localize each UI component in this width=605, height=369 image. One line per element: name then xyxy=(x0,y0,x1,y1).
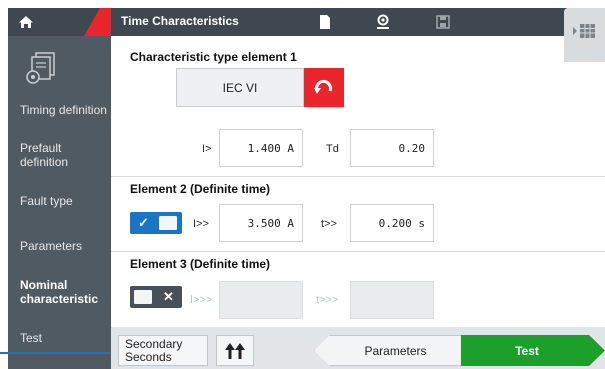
element2-current-label: I>> xyxy=(193,218,209,230)
next-button[interactable]: Test xyxy=(461,335,605,366)
divider xyxy=(111,176,605,177)
sidebar-accent-line xyxy=(0,352,111,354)
back-button[interactable]: Parameters xyxy=(314,335,463,366)
characteristic-type-select[interactable]: IEC VI xyxy=(176,68,304,107)
home-button[interactable] xyxy=(8,8,111,36)
element3-enable-toggle[interactable]: ✕ xyxy=(130,286,182,308)
element3-time-field xyxy=(350,281,434,319)
sidebar-item-parameters[interactable]: Parameters xyxy=(20,239,110,253)
page-title: Time Characteristics xyxy=(121,14,239,28)
element3-current-label: I>>> xyxy=(190,294,213,306)
element1-title: Characteristic type element 1 xyxy=(130,50,297,64)
element1-current-field[interactable]: 1.400 A xyxy=(219,129,303,167)
element2-enable-toggle[interactable]: ✓ xyxy=(130,212,182,234)
element2-time-field[interactable]: 0.200 s xyxy=(350,204,434,242)
double-up-arrow-icon xyxy=(225,342,245,359)
divider xyxy=(111,251,605,252)
reset-characteristic-button[interactable] xyxy=(304,68,344,107)
save-icon[interactable] xyxy=(435,14,451,30)
secondary-seconds-button[interactable]: Secondary Seconds xyxy=(118,335,208,366)
sidebar: Timing definition Prefault definition Fa… xyxy=(8,8,111,369)
element2-time-label: t>> xyxy=(321,218,337,230)
close-icon: ✕ xyxy=(163,289,174,304)
sidebar-item-nominal-characteristic[interactable]: Nominal characteristic xyxy=(20,278,112,306)
person-location-icon[interactable] xyxy=(375,14,391,30)
element1-td-label: Td xyxy=(326,143,339,155)
grid-panel-icon xyxy=(573,24,595,38)
document-settings-icon xyxy=(26,52,55,84)
element3-current-field xyxy=(219,281,303,319)
sidebar-item-prefault-definition[interactable]: Prefault definition xyxy=(20,141,82,169)
undo-arrow-icon xyxy=(314,79,332,94)
element1-td-field[interactable]: 0.20 xyxy=(350,129,434,167)
sidebar-item-fault-type[interactable]: Fault type xyxy=(20,194,110,208)
home-icon xyxy=(19,16,33,28)
element3-title: Element 3 (Definite time) xyxy=(130,257,271,271)
swap-units-button[interactable] xyxy=(216,335,254,366)
panel-toggle-tab[interactable] xyxy=(564,8,605,62)
element3-time-label: t>>> xyxy=(316,294,339,306)
sidebar-item-timing-definition[interactable]: Timing definition xyxy=(20,103,116,117)
document-icon[interactable] xyxy=(317,14,333,30)
toggle-knob xyxy=(134,290,152,304)
element1-current-label: I> xyxy=(202,143,212,155)
sidebar-item-test[interactable]: Test xyxy=(20,331,110,345)
header-bar: Time Characteristics xyxy=(111,8,605,36)
checkmark-icon: ✓ xyxy=(138,215,149,230)
toggle-knob xyxy=(159,216,177,230)
element2-current-field[interactable]: 3.500 A xyxy=(219,204,303,242)
element2-title: Element 2 (Definite time) xyxy=(130,182,271,196)
